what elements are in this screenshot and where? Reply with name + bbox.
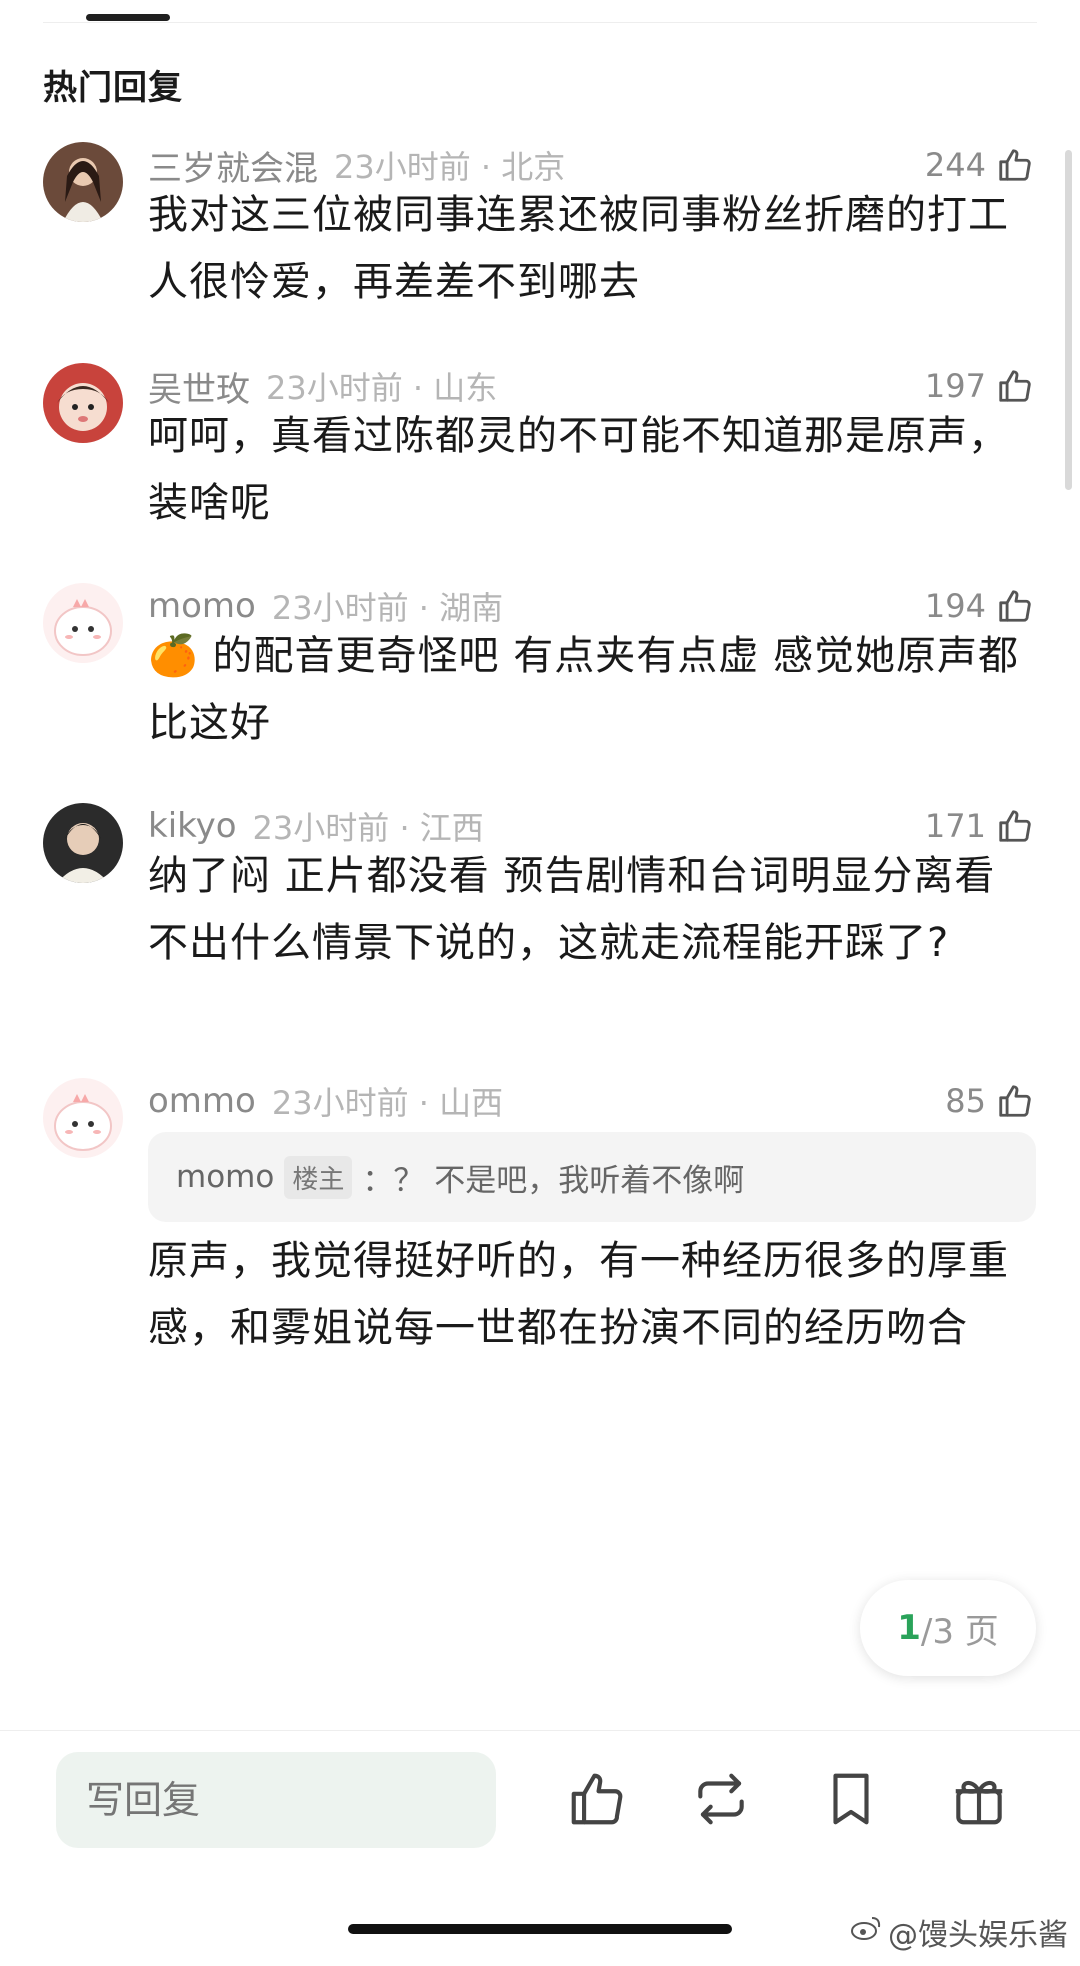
comment-text: 呵呵，真看过陈都灵的不可能不知道那是原声，装啥呢 bbox=[148, 413, 1009, 526]
username[interactable]: ommo bbox=[148, 1081, 256, 1121]
like-count: 85 bbox=[945, 1082, 986, 1120]
time-location: 23小时前 · 山西 bbox=[271, 1084, 504, 1122]
watermark: @馒头娱乐酱 bbox=[850, 1910, 1068, 1954]
comment-text: 原声，我觉得挺好听的，有一种经历很多的厚重感，和雾姐说每一世都在扮演不同的经历吻… bbox=[148, 1238, 1009, 1351]
orange-emoji: 🍊 bbox=[148, 633, 199, 679]
comment-text: 我对这三位被同事连累还被同事粉丝折磨的打工人很怜爱，再差差不到哪去 bbox=[148, 192, 1009, 305]
repost-icon[interactable] bbox=[690, 1768, 752, 1830]
like-count: 197 bbox=[924, 367, 986, 405]
like-count: 171 bbox=[924, 807, 986, 845]
weibo-logo-icon bbox=[850, 1914, 882, 1950]
like-button[interactable]: 85 bbox=[945, 1078, 1034, 1124]
avatar[interactable] bbox=[43, 363, 123, 443]
avatar[interactable] bbox=[43, 583, 123, 663]
watermark-text: @馒头娱乐酱 bbox=[888, 1918, 1068, 1953]
thumbs-up-icon bbox=[996, 1082, 1034, 1120]
avatar[interactable] bbox=[43, 803, 123, 883]
page-total: /3 页 bbox=[920, 1611, 999, 1652]
comment-text: 🍊 的配音更奇怪吧 有点夹有点虚 感觉她原声都比这好 bbox=[148, 623, 1028, 757]
page-indicator[interactable]: 1/3 页 bbox=[860, 1580, 1036, 1676]
page-current: 1 bbox=[897, 1608, 921, 1648]
op-badge: 楼主 bbox=[284, 1155, 353, 1199]
quoted-username: momo bbox=[176, 1159, 275, 1195]
scrollbar[interactable] bbox=[1065, 150, 1072, 490]
like-count: 244 bbox=[924, 146, 986, 184]
thumbs-up-icon bbox=[996, 146, 1034, 184]
comment-text: 纳了闷 正片都没看 预告剧情和台词明显分离看不出什么情景下说的，这就走流程能开踩… bbox=[148, 853, 996, 966]
divider bbox=[43, 22, 1037, 23]
thumbs-up-icon bbox=[996, 587, 1034, 625]
comment-text-content: 的配音更奇怪吧 有点夹有点虚 感觉她原声都比这好 bbox=[148, 633, 1019, 746]
top-sheet-handle[interactable] bbox=[86, 14, 170, 21]
home-indicator bbox=[348, 1924, 732, 1934]
reply-input[interactable] bbox=[56, 1752, 496, 1848]
gift-icon[interactable] bbox=[948, 1768, 1010, 1830]
avatar[interactable] bbox=[43, 142, 123, 222]
comment-meta: ommo 23小时前 · 山西 bbox=[148, 1078, 503, 1124]
bookmark-icon[interactable] bbox=[820, 1768, 882, 1830]
thumbs-up-icon bbox=[996, 367, 1034, 405]
username[interactable]: momo bbox=[148, 586, 256, 626]
like-count: 194 bbox=[924, 587, 986, 625]
divider bbox=[0, 1730, 1080, 1731]
quoted-text: ：？ 不是吧，我听着不像啊 bbox=[362, 1162, 745, 1199]
quoted-reply[interactable]: momo 楼主 ：？ 不是吧，我听着不像啊 bbox=[148, 1132, 1036, 1222]
username[interactable]: kikyo bbox=[148, 806, 237, 846]
thumbs-up-icon bbox=[996, 807, 1034, 845]
avatar[interactable] bbox=[43, 1078, 123, 1158]
thumbs-up-icon[interactable] bbox=[566, 1768, 628, 1830]
section-title: 热门回复 bbox=[43, 68, 183, 108]
